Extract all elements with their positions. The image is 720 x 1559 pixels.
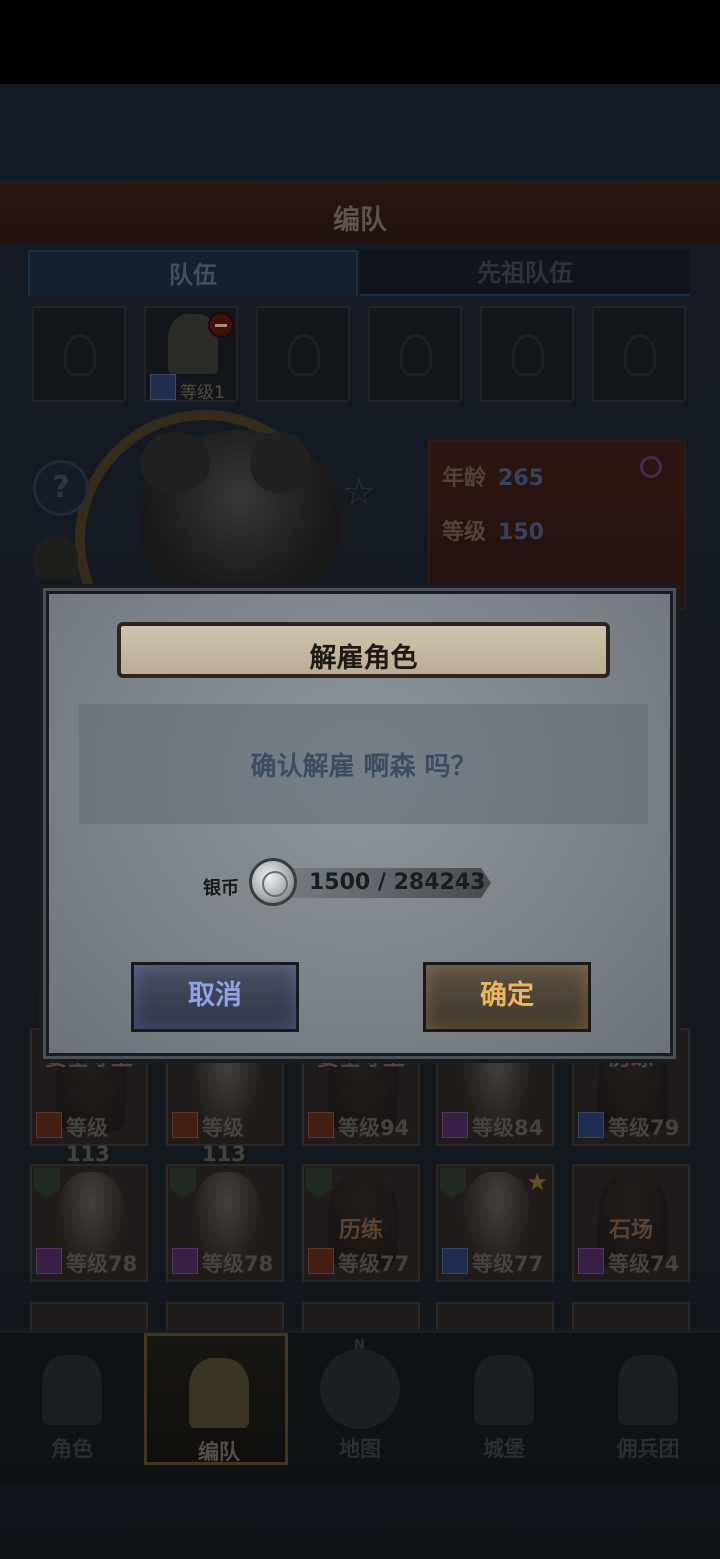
dialog-title-bar: 解雇角色 bbox=[117, 622, 610, 678]
cost-value: 1500 / 284243 bbox=[309, 870, 486, 895]
confirm-button[interactable]: 确定 bbox=[423, 962, 591, 1032]
cost-currency-label: 银币 bbox=[203, 878, 239, 899]
game-screen: 编队 队伍 先祖队伍 等级1 ? ☆ 年龄265 等级150 要塞守卫 等 bbox=[0, 0, 720, 1559]
dialog-message-box: 确认解雇 啊森 吗？ bbox=[79, 704, 648, 824]
dismiss-character-dialog: 解雇角色 确认解雇 啊森 吗？ 银币 1500 / 284243 取消 确定 bbox=[39, 584, 680, 1063]
dialog-title: 解雇角色 bbox=[309, 643, 418, 674]
silver-coin-icon bbox=[249, 858, 297, 906]
cancel-button[interactable]: 取消 bbox=[131, 962, 299, 1032]
dialog-message: 确认解雇 啊森 吗？ bbox=[250, 752, 477, 782]
